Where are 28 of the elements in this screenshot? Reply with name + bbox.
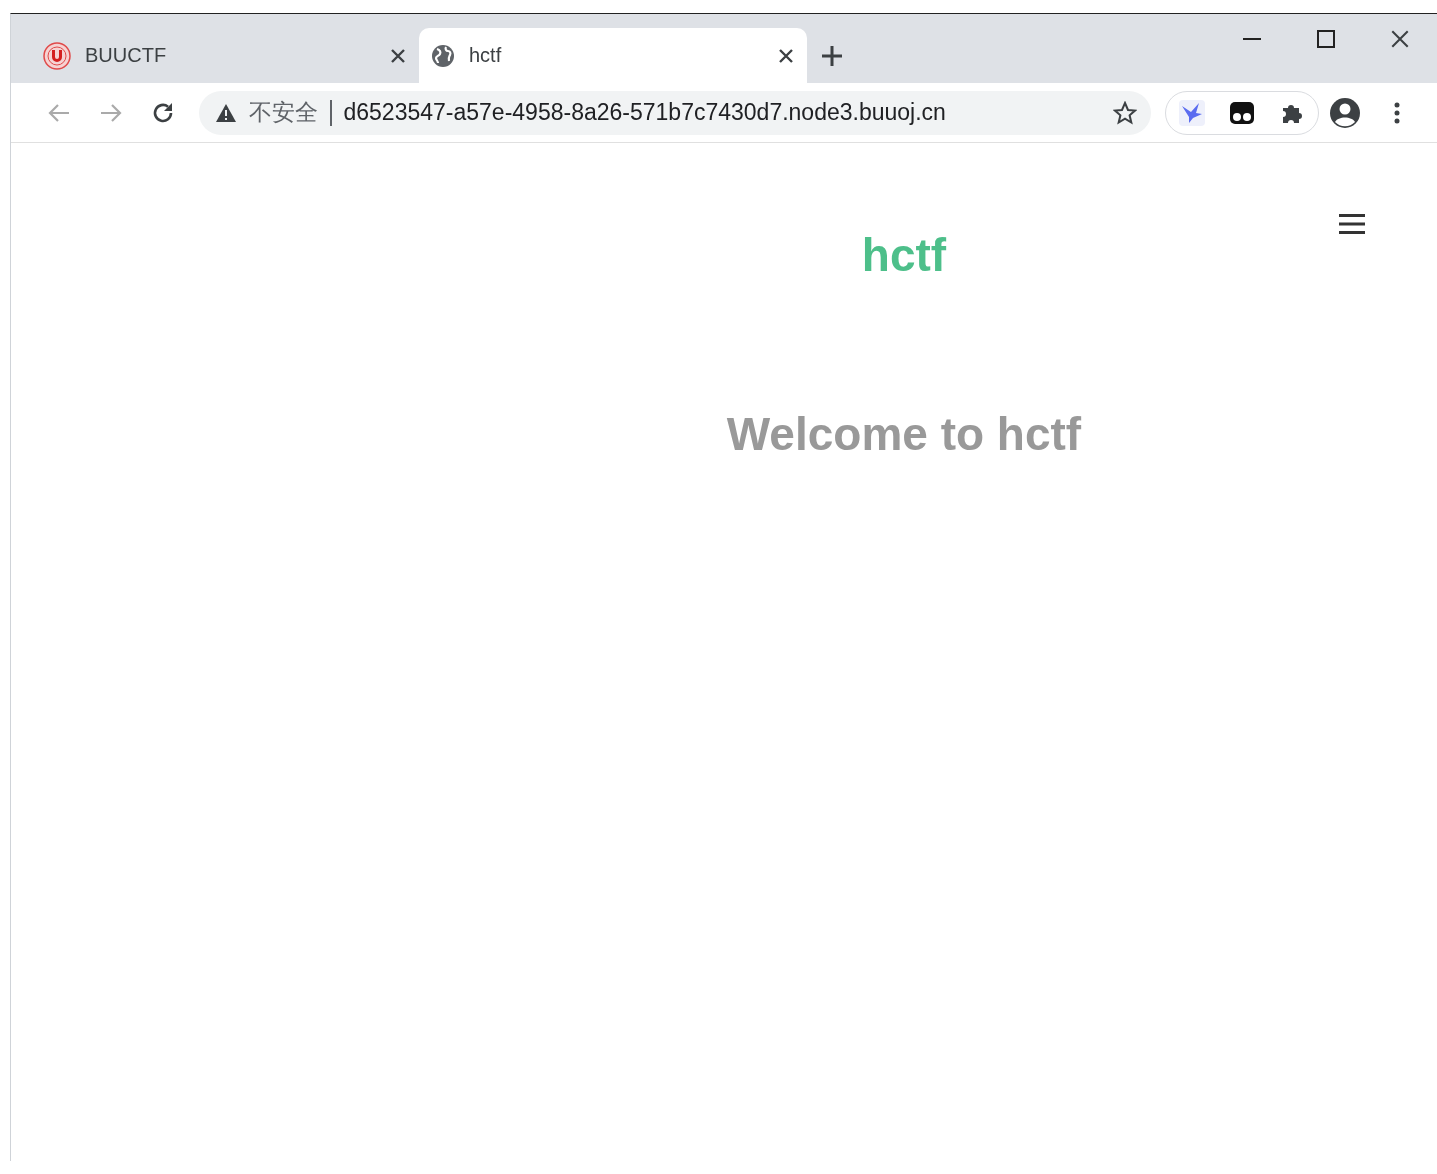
- star-icon[interactable]: [1113, 100, 1137, 125]
- globe-icon: [431, 43, 455, 68]
- logo-icon: [43, 41, 71, 70]
- avatar-icon: [1329, 96, 1361, 129]
- bird-icon: [1179, 99, 1205, 126]
- plus-icon: [821, 45, 843, 67]
- browser-tab[interactable]: hctf: [419, 28, 807, 83]
- address-bar[interactable]: 不安全 d6523547-a57e-4958-8a26-571b7c7430d7.node3.buuoj.cn: [199, 90, 1151, 135]
- more-icon: [1394, 101, 1400, 124]
- tab-close-button[interactable]: [391, 48, 405, 63]
- back-arrow-icon: [48, 102, 70, 123]
- page-heading: Welcome to hctf: [726, 407, 1082, 461]
- menu-icon: [1339, 213, 1365, 235]
- maximize-icon: [1317, 30, 1335, 48]
- hamburger-menu-button[interactable]: [1339, 213, 1365, 235]
- tab-close-button[interactable]: [779, 48, 793, 63]
- tab-title: hctf: [469, 44, 503, 67]
- minimize-icon: [1243, 38, 1261, 40]
- forward-arrow-icon: [100, 102, 122, 123]
- close-icon: [1391, 30, 1409, 48]
- tab-title: BUUCTF: [85, 44, 168, 67]
- security-label: 不安全: [249, 98, 318, 127]
- glasses-icon: [1229, 100, 1255, 125]
- close-icon: [391, 48, 405, 63]
- url-text: d6523547-a57e-4958-8a26-571b7c7430d7.node3.buuoj.cn: [343, 99, 947, 126]
- warning-icon: [215, 102, 237, 123]
- browser-tab[interactable]: BUUCTF: [31, 28, 419, 83]
- close-icon: [779, 48, 793, 63]
